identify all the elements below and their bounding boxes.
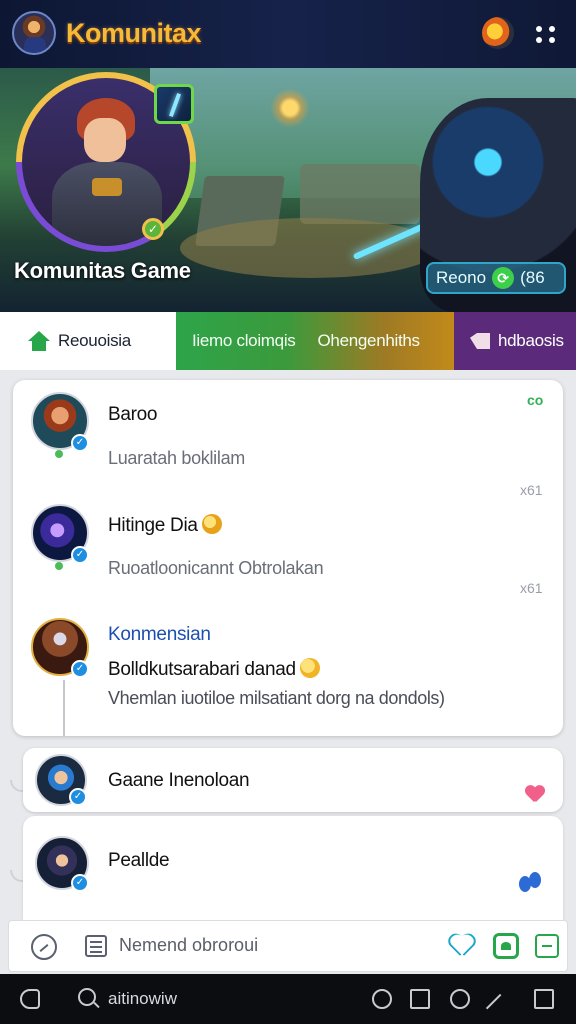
refresh-icon: ⟳ xyxy=(492,267,515,289)
category-tabs: Reouoisia Iiemo cloimqis Ohengenhiths hd… xyxy=(0,312,576,370)
grid-dot xyxy=(535,36,542,43)
hero-buckle xyxy=(92,178,122,196)
tab-label: hdbaosis xyxy=(498,331,564,350)
banner-ground xyxy=(180,218,440,278)
share-icon[interactable] xyxy=(485,993,515,1023)
top-app-bar: Komunitax xyxy=(0,0,576,68)
tab-events[interactable]: Iiemo cloimqis xyxy=(176,331,296,351)
list-icon[interactable] xyxy=(85,935,107,957)
chat-bubble-icon[interactable] xyxy=(31,934,57,960)
comment-composer: Nemend obroroui xyxy=(8,920,568,972)
verified-icon: ✓ xyxy=(71,874,89,892)
reply-card[interactable]: ✓ Peallde xyxy=(23,816,563,920)
members-chip[interactable]: Reono ⟳ (86 xyxy=(426,262,566,294)
tab-tags[interactable]: hdbaosis xyxy=(454,312,576,370)
app-logo-avatar[interactable] xyxy=(12,11,56,55)
post-text: Vhemlan iuotiloe milsatiant dorg na dond… xyxy=(108,688,445,708)
post-title-text: Bolldkutsarabari danad xyxy=(108,659,296,680)
tab-label: Reouoisia xyxy=(58,331,131,350)
members-chip-label: Reono xyxy=(436,268,487,287)
sword-item-icon[interactable] xyxy=(154,84,194,124)
banner-lantern-glow xyxy=(270,88,310,128)
grid-dot xyxy=(548,25,555,32)
hero-face xyxy=(84,118,126,162)
back-icon[interactable] xyxy=(20,989,40,1009)
tab-group-green: Iiemo cloimqis Ohengenhiths xyxy=(176,312,454,370)
gift-icon[interactable] xyxy=(493,933,519,959)
grid-dot xyxy=(535,25,542,32)
verified-icon: ✓ xyxy=(71,546,89,564)
online-status-dot xyxy=(55,450,63,458)
post-text: Ruoatloonicannt Obtrolakan xyxy=(108,558,324,578)
search-icon[interactable] xyxy=(78,988,96,1006)
reply-author[interactable]: Peallde xyxy=(108,850,170,872)
grid-menu-icon[interactable] xyxy=(532,20,560,48)
banner-ruin xyxy=(300,164,420,224)
post-reaction-count: x61 xyxy=(520,482,543,498)
reply-author[interactable]: Gaane Inenoloan xyxy=(108,770,250,792)
verified-icon: ✓ xyxy=(69,788,87,806)
tab-challenges[interactable]: Ohengenhiths xyxy=(296,331,421,351)
post-author-name: Hitinge Dia xyxy=(108,515,198,536)
profile-avatar-button[interactable] xyxy=(482,17,514,49)
post-author-link[interactable]: Konmensian xyxy=(108,624,211,646)
banner-title: Komunitas Game xyxy=(14,258,191,283)
thread-connector xyxy=(63,680,65,736)
expand-icon[interactable] xyxy=(534,989,554,1009)
post-reaction-count: x61 xyxy=(520,580,543,596)
post-author[interactable]: Baroo xyxy=(108,404,158,426)
add-icon[interactable] xyxy=(372,989,392,1009)
app-title: Komunitax xyxy=(66,18,202,48)
post-text: Luaratah boklilam xyxy=(108,448,245,468)
members-chip-count: (86 xyxy=(520,268,545,287)
circle-icon[interactable] xyxy=(450,989,470,1009)
hands-reaction-icon[interactable] xyxy=(519,872,545,892)
emoji-icon xyxy=(201,514,222,534)
tab-home[interactable]: Reouoisia xyxy=(0,312,176,370)
bottom-toolbar: aitinowiw xyxy=(0,974,576,1024)
community-banner: ✓ Komunitas Game Reono ⟳ (86 xyxy=(0,68,576,312)
smile-emoji-icon xyxy=(299,658,320,678)
reaction-shape xyxy=(529,872,541,888)
send-icon[interactable] xyxy=(535,934,559,958)
heart-icon[interactable] xyxy=(449,935,475,959)
post-author[interactable]: Hitinge Dia xyxy=(108,514,222,537)
verified-icon: ✓ xyxy=(71,660,89,678)
post-title: Bolldkutsarabari danad xyxy=(108,658,320,681)
grid-dot xyxy=(548,36,555,43)
online-status-dot xyxy=(55,562,63,570)
comment-input[interactable]: Nemend obroroui xyxy=(119,935,258,956)
reply-card[interactable]: ✓ Gaane Inenoloan xyxy=(23,748,563,812)
verified-check-icon: ✓ xyxy=(142,218,164,240)
thread-card: co ✓ Baroo Luaratah boklilam x61 ✓ Hitin… xyxy=(13,380,563,736)
home-icon xyxy=(28,331,50,351)
page-icon[interactable] xyxy=(410,989,430,1009)
tag-icon xyxy=(470,333,490,349)
thread-status-badge: co xyxy=(527,392,544,408)
heart-reaction-icon[interactable] xyxy=(525,786,545,804)
search-input[interactable]: aitinowiw xyxy=(108,989,177,1009)
verified-icon: ✓ xyxy=(71,434,89,452)
